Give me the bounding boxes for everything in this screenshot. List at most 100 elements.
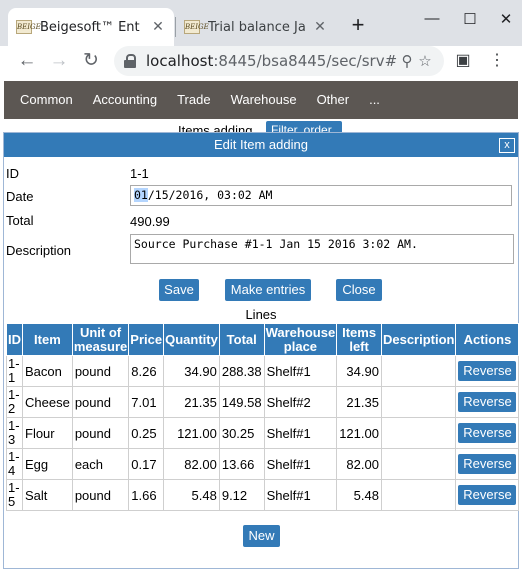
header-warehouse-place: Warehouse place	[263, 323, 338, 356]
browser-tab-strip: BEIGE Beigesoft™ Ent ✕ BEIGE Trial balan…	[0, 0, 522, 46]
url-path: :8445/bsa8445/sec/srv#	[213, 52, 398, 70]
date-month-selected: 01	[134, 188, 148, 202]
cell-quantity: 34.90	[163, 355, 220, 387]
id-value: 1-1	[130, 166, 149, 181]
cell-description	[380, 355, 457, 387]
maximize-icon[interactable]: ☐	[458, 10, 482, 30]
reverse-button[interactable]: Reverse	[458, 423, 517, 443]
cell-id: 1-3	[6, 417, 23, 449]
cell-item: Cheese	[22, 386, 73, 418]
browser-tab-active[interactable]: BEIGE Beigesoft™ Ent ✕	[8, 8, 174, 46]
lines-caption: Lines	[245, 307, 277, 322]
header-item: Item	[22, 323, 73, 356]
cell-actions: Reverse	[455, 386, 520, 418]
cell-total: 13.66	[218, 448, 265, 480]
header-id: ID	[6, 323, 23, 356]
cell-items-left: 82.00	[336, 448, 382, 480]
url-text[interactable]: localhost:8445/bsa8445/sec/srv#	[146, 52, 398, 70]
menu-item-other[interactable]: Other	[307, 81, 360, 119]
reverse-button[interactable]: Reverse	[458, 454, 517, 474]
cell-items-left: 5.48	[336, 479, 382, 511]
tab-title: Trial balance Ja	[208, 19, 306, 35]
header-items-left: Items left	[336, 323, 382, 356]
dialog-close-icon[interactable]: x	[499, 138, 515, 153]
header-total: Total	[218, 323, 265, 356]
cell-items-left: 121.00	[336, 417, 382, 449]
date-label: Date	[6, 189, 34, 204]
date-field[interactable]: 01/15/2016, 03:02 AM	[130, 185, 512, 206]
header-quantity: Quantity	[163, 323, 220, 356]
make-entries-button[interactable]: Make entries	[225, 279, 311, 301]
cell-total: 9.12	[218, 479, 265, 511]
cell-price: 0.17	[128, 448, 165, 480]
forward-icon[interactable]: →	[46, 48, 72, 74]
cell-price: 0.25	[128, 417, 165, 449]
cell-id: 1-1	[6, 355, 23, 387]
cell-quantity: 121.00	[163, 417, 220, 449]
url-host: localhost	[146, 52, 214, 70]
new-tab-icon[interactable]: +	[346, 14, 370, 38]
cell-price: 1.66	[128, 479, 165, 511]
id-label: ID	[6, 166, 19, 181]
menu-item-more[interactable]: ...	[359, 81, 390, 119]
reverse-button[interactable]: Reverse	[458, 392, 517, 412]
save-button[interactable]: Save	[159, 279, 199, 301]
reverse-button[interactable]: Reverse	[458, 361, 517, 381]
cell-warehouse-place: Shelf#1	[263, 479, 338, 511]
cell-total: 30.25	[218, 417, 265, 449]
close-button[interactable]: Close	[336, 279, 382, 301]
cell-total: 288.38	[218, 355, 265, 387]
cell-actions: Reverse	[455, 479, 520, 511]
menu-item-trade[interactable]: Trade	[167, 81, 220, 119]
browser-toolbar: ← → ↻ localhost:8445/bsa8445/sec/srv# ⚲ …	[0, 46, 522, 76]
menu-item-common[interactable]: Common	[10, 81, 83, 119]
new-line-button[interactable]: New	[243, 525, 280, 547]
lock-icon	[124, 54, 136, 68]
close-window-icon[interactable]: ✕	[494, 10, 518, 30]
cell-warehouse-place: Shelf#2	[263, 386, 338, 418]
header-price: Price	[128, 323, 165, 356]
cell-unit: pound	[71, 479, 130, 511]
dialog-title: Edit Item adding	[4, 133, 518, 157]
minimize-icon[interactable]: —	[420, 10, 444, 30]
cell-unit: pound	[71, 355, 130, 387]
app-menu-bar: Common Accounting Trade Warehouse Other …	[4, 81, 518, 119]
cell-item: Egg	[22, 448, 73, 480]
close-tab-icon[interactable]: ✕	[312, 19, 328, 35]
browser-tab-inactive[interactable]: BEIGE Trial balance Ja ✕	[176, 8, 336, 46]
bookmark-star-icon[interactable]: ☆	[416, 52, 434, 70]
header-description: Description	[380, 323, 457, 356]
cell-warehouse-place: Shelf#1	[263, 417, 338, 449]
cell-description	[380, 479, 457, 511]
menu-item-warehouse[interactable]: Warehouse	[221, 81, 307, 119]
address-bar[interactable]: localhost:8445/bsa8445/sec/srv# ⚲ ☆	[114, 46, 444, 76]
date-rest: /15/2016, 03:02 AM	[147, 188, 273, 202]
cell-description	[380, 448, 457, 480]
total-label: Total	[6, 213, 34, 228]
reload-icon[interactable]: ↻	[78, 48, 104, 74]
cell-quantity: 5.48	[163, 479, 220, 511]
total-value: 490.99	[130, 214, 170, 229]
profile-icon[interactable]: ▣	[452, 50, 474, 72]
menu-item-accounting[interactable]: Accounting	[83, 81, 167, 119]
background-page	[4, 119, 518, 133]
cell-items-left: 21.35	[336, 386, 382, 418]
table-row: 1-3 Flour pound 0.25 121.00 30.25 Shelf#1 121.0…	[6, 417, 520, 449]
cell-price: 8.26	[128, 355, 165, 387]
zoom-icon[interactable]: ⚲	[398, 52, 416, 70]
cell-quantity: 82.00	[163, 448, 220, 480]
reverse-button[interactable]: Reverse	[458, 485, 517, 505]
cell-quantity: 21.35	[163, 386, 220, 418]
back-icon[interactable]: ←	[14, 48, 40, 74]
description-field[interactable]: Source Purchase #1-1 Jan 15 2016 3:02 AM…	[130, 234, 514, 264]
table-row: 1-2 Cheese pound 7.01 21.35 149.58 Shelf#2 21.3…	[6, 386, 520, 418]
cell-unit: pound	[71, 417, 130, 449]
cell-id: 1-2	[6, 386, 23, 418]
table-row: 1-4 Egg each 0.17 82.00 13.66 Shelf#1 82.00 Reve…	[6, 448, 520, 480]
more-menu-icon[interactable]: ⋮	[486, 50, 508, 72]
close-tab-icon[interactable]: ✕	[150, 19, 166, 35]
favicon-icon: BEIGE	[184, 20, 209, 34]
table-row: 1-1 Bacon pound 8.26 34.90 288.38 Shelf#1 34.90…	[6, 355, 520, 387]
cell-actions: Reverse	[455, 417, 520, 449]
cell-unit: pound	[71, 386, 130, 418]
